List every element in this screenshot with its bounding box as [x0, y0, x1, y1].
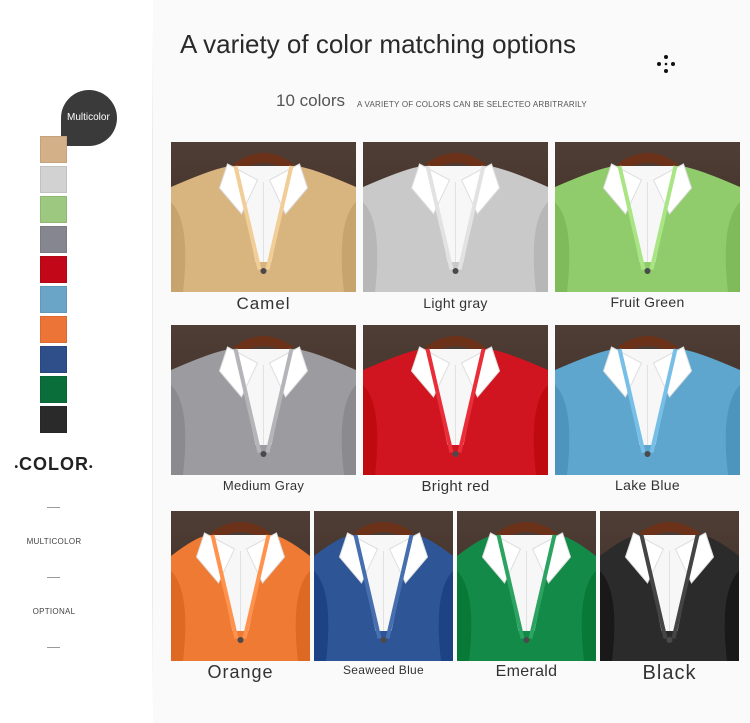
divider-dash [47, 647, 60, 648]
divider-dash [47, 577, 60, 578]
cardigan-photo [314, 511, 453, 661]
product-card-seaweed-blue[interactable]: Seaweed Blue [314, 511, 453, 687]
product-caption: Black [642, 662, 697, 684]
swatch-light-gray[interactable] [40, 166, 67, 193]
color-swatch-list [40, 136, 67, 436]
product-caption: Orange [207, 662, 274, 682]
product-caption: Medium Gray [222, 478, 305, 493]
product-card-bright-red[interactable]: Bright red [363, 325, 548, 502]
swatch-fruit-green[interactable] [40, 196, 67, 223]
multicolor-badge: Multicolor [61, 90, 117, 146]
swatch-bright-red[interactable] [40, 256, 67, 283]
swatch-black[interactable] [40, 406, 67, 433]
color-heading: •COLOR• [14, 454, 94, 474]
product-caption: Bright red [421, 478, 490, 495]
product-card-emerald[interactable]: Emerald [457, 511, 596, 687]
product-caption: Lake Blue [615, 477, 680, 493]
swatch-seaweed-blue[interactable] [40, 346, 67, 373]
divider-dash [47, 507, 60, 508]
page-title: A variety of color matching options [180, 29, 576, 59]
color-sidebar: Multicolor •COLOR• MULTICOLOR OPTIONAL [0, 0, 152, 723]
product-card-light-gray[interactable]: Light gray [363, 142, 548, 319]
swatch-emerald[interactable] [40, 376, 67, 403]
product-card-orange[interactable]: Orange [171, 511, 310, 686]
cardigan-photo [555, 142, 740, 292]
color-count: 10 colors [276, 91, 345, 110]
cardigan-photo [600, 511, 739, 661]
swatch-medium-gray[interactable] [40, 226, 67, 253]
color-heading-text: COLOR [19, 454, 89, 474]
cardigan-photo [171, 325, 356, 475]
product-card-lake-blue[interactable]: Lake Blue [555, 325, 740, 501]
swatch-orange[interactable] [40, 316, 67, 343]
cardigan-photo [171, 142, 356, 292]
swatch-camel[interactable] [40, 136, 67, 163]
product-card-fruit-green[interactable]: Fruit Green [555, 142, 740, 318]
cardigan-photo [363, 142, 548, 292]
swatch-lake-blue[interactable] [40, 286, 67, 313]
product-caption: Camel [236, 294, 291, 313]
product-caption: Fruit Green [610, 294, 685, 310]
color-tagline: A VARIETY OF COLORS CAN BE SELECTEO ARBI… [357, 100, 587, 109]
cardigan-photo [363, 325, 548, 475]
product-caption: Seaweed Blue [343, 663, 424, 677]
multicolor-label: MULTICOLOR [26, 537, 82, 546]
product-card-medium-gray[interactable]: Medium Gray [171, 325, 356, 502]
cardigan-photo [171, 511, 310, 661]
product-card-black[interactable]: Black [600, 511, 739, 686]
product-card-camel[interactable]: Camel [171, 142, 356, 318]
optional-label: OPTIONAL [32, 607, 76, 616]
product-caption: Light gray [423, 295, 488, 311]
product-caption: Emerald [495, 663, 558, 680]
cardigan-photo [555, 325, 740, 475]
dots-icon[interactable] [655, 53, 677, 75]
cardigan-photo [457, 511, 596, 661]
